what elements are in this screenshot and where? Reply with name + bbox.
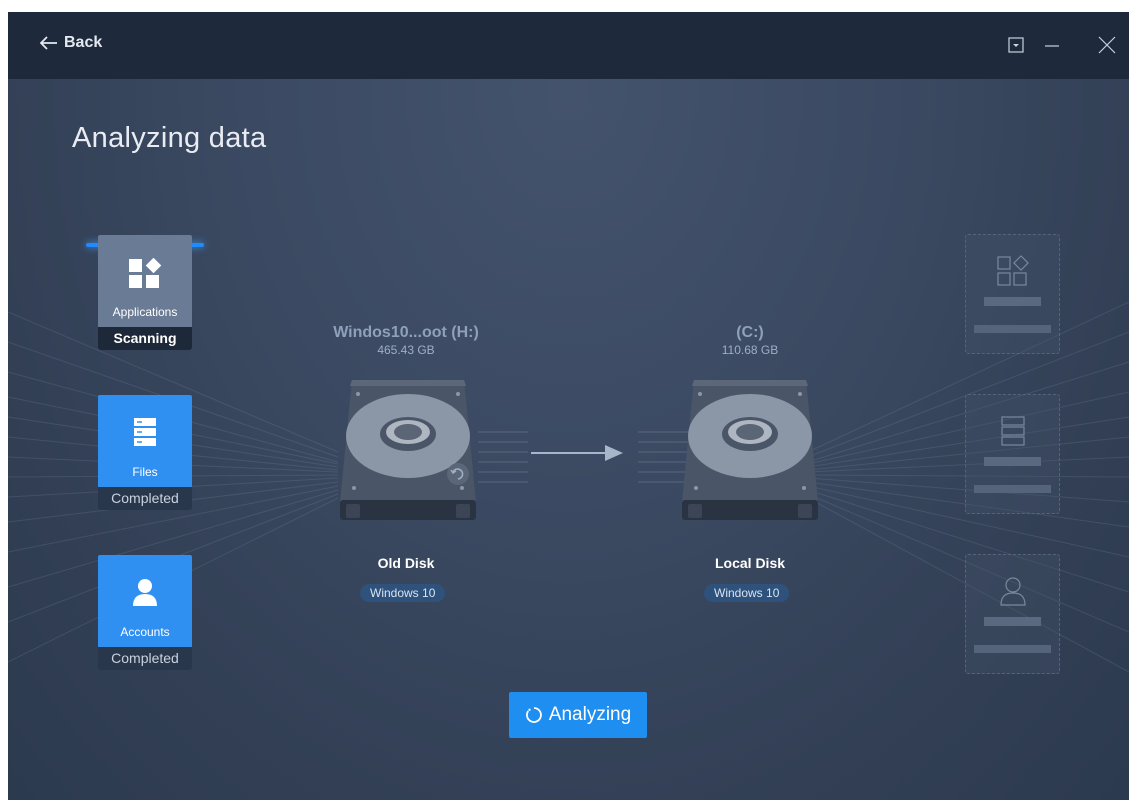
target-os-badge: Windows 10	[704, 584, 790, 602]
source-disk-size: 465.43 GB	[377, 343, 435, 357]
slot-placeholder-bar	[974, 645, 1051, 653]
files-outline-icon	[1000, 416, 1025, 446]
accounts-icon	[133, 579, 157, 606]
target-slot-files	[965, 394, 1060, 514]
target-slot-accounts	[965, 554, 1060, 674]
target-disk-icon	[682, 380, 818, 520]
category-status: Completed	[98, 487, 192, 510]
slot-placeholder-bar	[984, 457, 1041, 466]
arrow-right-icon	[531, 445, 623, 461]
target-disk-size: 110.68 GB	[721, 343, 779, 357]
back-label: Back	[64, 34, 103, 51]
category-tile: Applications	[98, 235, 192, 327]
category-tile: Accounts	[98, 555, 192, 647]
source-disk-label: Old Disk	[377, 555, 435, 571]
page-title: Analyzing data	[72, 122, 267, 154]
target-disk-label: Local Disk	[714, 555, 786, 571]
slot-placeholder-bar	[974, 485, 1051, 493]
analyzing-button[interactable]: Analyzing	[509, 692, 647, 738]
files-icon	[134, 418, 156, 446]
source-disk-icon	[340, 380, 476, 520]
slot-placeholder-bar	[974, 325, 1051, 333]
category-status: Completed	[98, 647, 192, 670]
category-files[interactable]: Files Completed	[98, 395, 192, 510]
close-icon	[1098, 36, 1116, 54]
minimize-button[interactable]	[1041, 34, 1063, 56]
app-window: Back Analyzing data Applications Scannin…	[8, 12, 1129, 800]
category-status: Scanning	[98, 327, 192, 350]
accounts-outline-icon	[999, 577, 1026, 606]
applications-outline-icon	[996, 255, 1029, 286]
slot-placeholder-bar	[984, 617, 1041, 626]
category-tile: Files	[98, 395, 192, 487]
minimize-icon	[1045, 45, 1059, 47]
target-disk-name: (C:)	[736, 324, 764, 341]
slot-placeholder-bar	[984, 297, 1041, 306]
source-os-badge: Windows 10	[360, 584, 446, 602]
arrow-left-icon	[40, 36, 57, 50]
dropdown-menu-button[interactable]	[1005, 34, 1027, 56]
category-accounts[interactable]: Accounts Completed	[98, 555, 192, 670]
title-bar: Back	[8, 12, 1129, 79]
spinner-icon	[525, 707, 542, 723]
source-disk-name: Windos10...oot (H:)	[333, 324, 479, 341]
close-button[interactable]	[1096, 34, 1118, 56]
dropdown-box-icon	[1008, 37, 1024, 53]
back-button[interactable]: Back	[40, 34, 102, 52]
category-label: Files	[132, 465, 158, 479]
target-slot-applications	[965, 234, 1060, 354]
category-applications[interactable]: Applications Scanning	[86, 235, 204, 350]
category-label: Accounts	[120, 625, 170, 639]
analyzing-label: Analyzing	[548, 704, 632, 725]
applications-icon	[129, 257, 162, 288]
category-label: Applications	[112, 305, 178, 319]
